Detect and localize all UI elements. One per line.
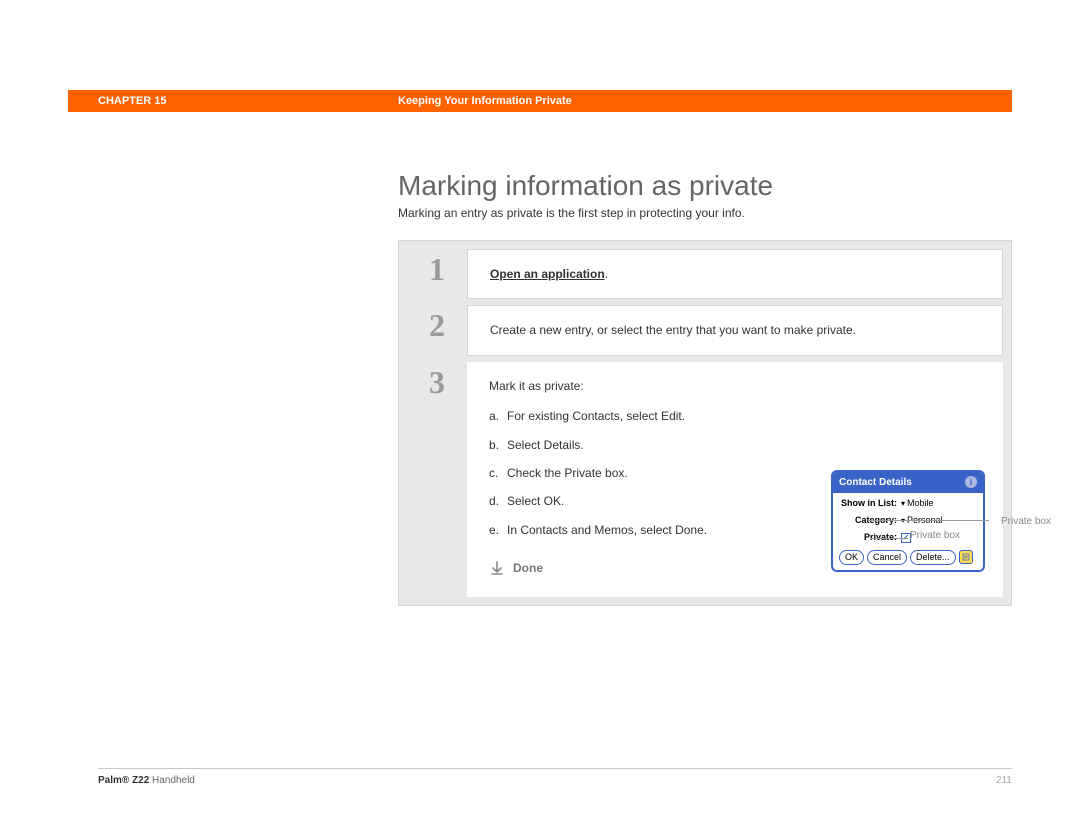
dropdown-icon: ▾ — [901, 497, 905, 511]
step-body: Create a new entry, or select the entry … — [467, 305, 1003, 355]
page-number: 211 — [996, 775, 1012, 786]
show-value: Mobile — [907, 496, 934, 511]
dialog-title: Contact Details — [839, 474, 912, 491]
substep-b: b. Select Details. — [489, 435, 985, 455]
chapter-number: CHAPTER 15 — [68, 95, 398, 107]
dialog-body: Show in List: ▾Mobile Category: ▾Persona… — [833, 493, 983, 570]
substep-text: Select Details. — [507, 435, 584, 455]
substep-text: For existing Contacts, select Edit. — [507, 406, 685, 426]
substep-e: e. In Contacts and Memos, select Done. — [489, 520, 729, 540]
intro-text: Marking an entry as private is the first… — [398, 206, 745, 220]
step-1: 1 Open an application. — [407, 249, 1003, 299]
private-box-callout: Private box — [910, 530, 960, 541]
info-icon: i — [965, 476, 977, 488]
ok-button: OK — [839, 550, 864, 565]
page-title: Marking information as private — [398, 170, 773, 202]
show-in-list-label: Show in List: — [839, 496, 901, 511]
chapter-title: Keeping Your Information Private — [398, 95, 572, 107]
step-1-suffix: . — [605, 267, 608, 281]
step-number: 1 — [429, 253, 445, 299]
show-in-list-row: Show in List: ▾Mobile — [839, 496, 977, 511]
step-number-col: 2 — [407, 305, 467, 355]
footer-brand-rest: Handheld — [149, 775, 195, 786]
note-icon — [959, 550, 973, 564]
dialog-title-bar: Contact Details i — [833, 472, 983, 493]
callout-label: Private box — [1001, 513, 1051, 530]
step-number: 2 — [429, 309, 445, 355]
step-number-col: 1 — [407, 249, 467, 299]
callout-connector — [870, 538, 908, 539]
open-application-link[interactable]: Open an application — [490, 267, 605, 281]
show-in-list-value: ▾Mobile — [901, 496, 934, 511]
substep-a: a. For existing Contacts, select Edit. — [489, 406, 985, 426]
step-number: 3 — [429, 366, 445, 597]
step-2-text: Create a new entry, or select the entry … — [490, 323, 856, 337]
footer-brand: Palm® Z22 Handheld — [98, 775, 195, 786]
step-3-intro: Mark it as private: — [489, 376, 985, 396]
page-footer: Palm® Z22 Handheld 211 — [98, 768, 1012, 786]
substep-letter: d. — [489, 491, 507, 511]
substep-letter: b. — [489, 435, 507, 455]
step-2: 2 Create a new entry, or select the entr… — [407, 305, 1003, 355]
chapter-header: CHAPTER 15 Keeping Your Information Priv… — [68, 90, 1012, 112]
footer-brand-bold: Palm® Z22 — [98, 775, 149, 786]
substep-letter: c. — [489, 463, 507, 483]
step-3: 3 Mark it as private: a. For existing Co… — [407, 362, 1003, 597]
callout-line — [869, 520, 989, 521]
down-arrow-icon — [489, 560, 505, 576]
step-body: Mark it as private: a. For existing Cont… — [467, 362, 1003, 597]
steps-container: 1 Open an application. 2 Create a new en… — [398, 240, 1012, 606]
done-label: Done — [513, 558, 543, 578]
substep-text: Select OK. — [507, 491, 564, 511]
dialog-buttons: OK Cancel Delete... — [839, 550, 977, 565]
substep-letter: a. — [489, 406, 507, 426]
step-number-col: 3 — [407, 362, 467, 597]
step-body: Open an application. — [467, 249, 1003, 299]
delete-button: Delete... — [910, 550, 956, 565]
cancel-button: Cancel — [867, 550, 907, 565]
substep-text: Check the Private box. — [507, 463, 628, 483]
substep-text: In Contacts and Memos, select Done. — [507, 520, 707, 540]
substep-letter: e. — [489, 520, 507, 540]
